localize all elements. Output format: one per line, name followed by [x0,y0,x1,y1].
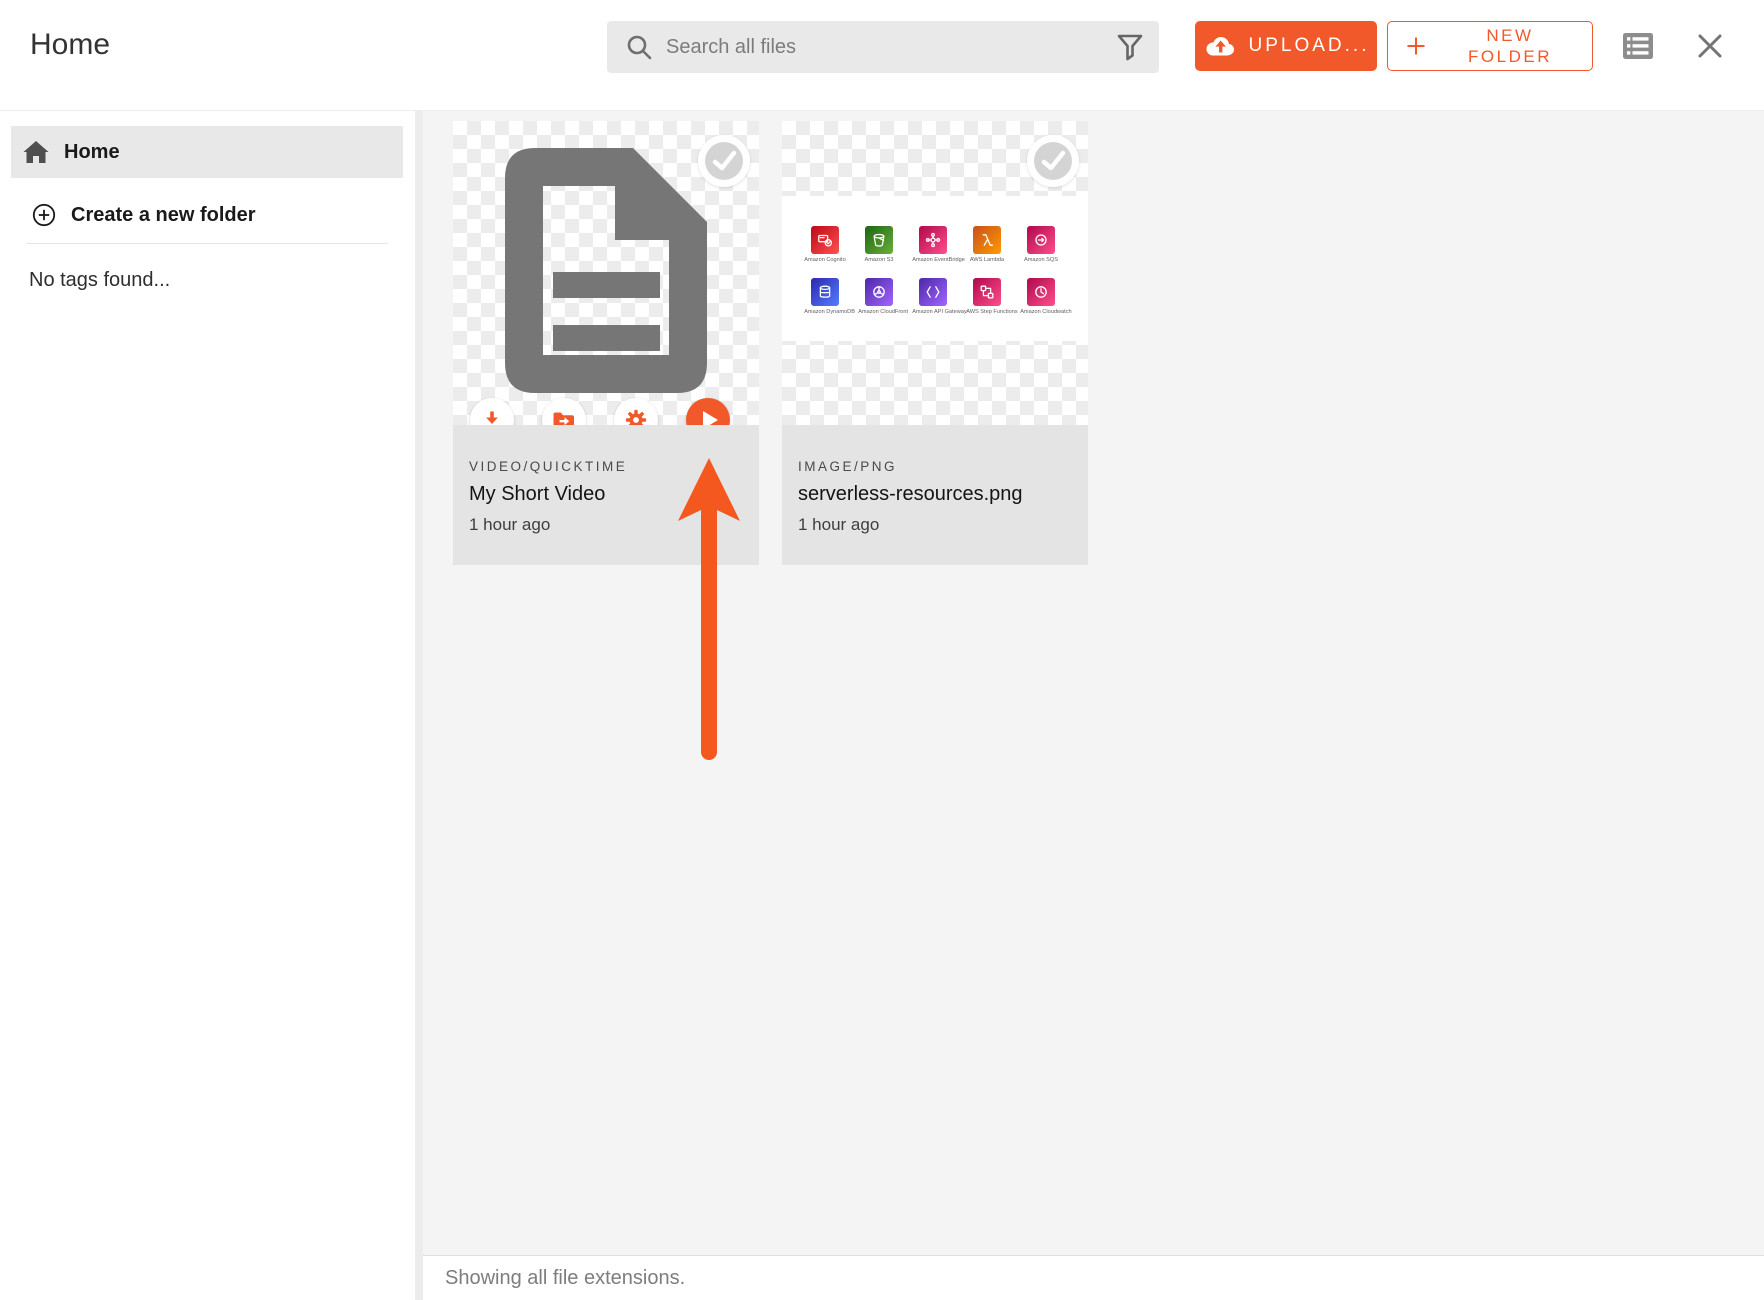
plus-circle-icon [32,203,56,227]
aws-service-icon-sqs: Amazon SQS [1015,226,1067,264]
new-folder-button[interactable]: NEWFOLDER [1387,21,1593,71]
aws-service-icon-cloudfront: Amazon CloudFront [853,278,905,316]
upload-button-label: UPLOAD... [1249,35,1370,57]
file-card-image[interactable]: Amazon Cognito Amazon S3 Amazon EventBri… [782,121,1088,565]
cloud-upload-icon [1203,34,1237,58]
aws-service-icon-cognito: Amazon Cognito [799,226,851,264]
close-button[interactable] [1696,32,1724,60]
close-icon [1696,32,1724,60]
status-bar: Showing all file extensions. [423,1255,1764,1300]
sidebar-item-create-folder-label: Create a new folder [71,204,256,227]
file-modified: 1 hour ago [798,515,1072,535]
home-icon [23,140,49,164]
file-type-label: IMAGE/PNG [798,459,1072,474]
status-text: Showing all file extensions. [445,1267,685,1290]
no-tags-message: No tags found... [29,269,170,292]
checkmark-icon [1027,135,1079,187]
plus-icon [1404,34,1428,58]
upload-button[interactable]: UPLOAD... [1195,21,1377,71]
aws-service-icon-lambda: AWS Lambda [961,226,1013,264]
sidebar-item-create-folder[interactable]: Create a new folder [11,192,403,238]
sidebar-divider [26,243,388,244]
filter-icon[interactable] [1115,32,1145,62]
sidebar: Home Create a new folder No tags found..… [0,111,415,1300]
document-file-icon [505,148,707,393]
aws-service-icon-dynamodb: Amazon DynamoDB [799,278,851,316]
page-title: Home [30,28,110,62]
aws-service-icon-step-functions: AWS Step Functions [961,278,1013,316]
aws-service-icon-s3: Amazon S3 [853,226,905,264]
select-checkmark[interactable] [698,135,750,187]
image-preview-content [782,196,1088,341]
new-folder-label: NEWFOLDER [1428,25,1592,67]
aws-service-icon-api-gateway: Amazon API Gateway [907,278,959,316]
file-name: serverless-resources.png [798,483,1072,506]
list-view-icon [1622,31,1654,61]
sidebar-item-home-label: Home [64,141,120,164]
sidebar-main-divider [415,111,423,1300]
aws-service-icon-eventbridge: Amazon EventBridge [907,226,959,264]
search-input[interactable] [666,36,1115,59]
file-info: IMAGE/PNG serverless-resources.png 1 hou… [782,425,1088,565]
search-bar[interactable] [607,21,1159,73]
list-view-button[interactable] [1622,31,1654,61]
file-modified: 1 hour ago [469,515,743,535]
file-name: My Short Video [469,483,743,506]
sidebar-item-home[interactable]: Home [11,126,403,178]
select-checkmark[interactable] [1027,135,1079,187]
file-type-label: VIDEO/QUICKTIME [469,459,743,474]
header: Home UPLOAD... NEWFOLDER [0,0,1764,111]
checkmark-icon [698,135,750,187]
file-manager-window: Home UPLOAD... NEWFOLDER [0,0,1764,1300]
search-icon [624,32,654,62]
file-info: VIDEO/QUICKTIME My Short Video 1 hour ag… [453,425,759,565]
file-card-video[interactable]: VIDEO/QUICKTIME My Short Video 1 hour ag… [453,121,759,565]
aws-service-icon-cloudwatch: Amazon Cloudwatch [1015,278,1067,316]
